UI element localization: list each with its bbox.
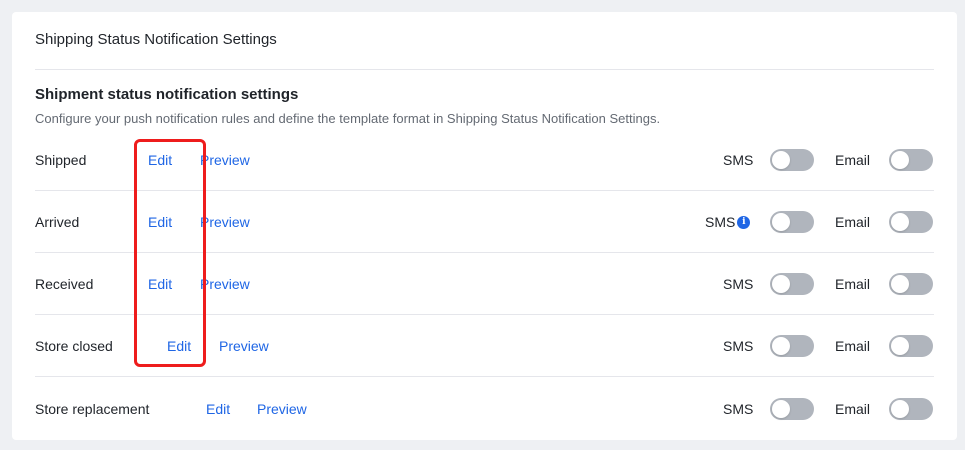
sms-label: SMS i [705, 214, 751, 230]
edit-link[interactable]: Edit [148, 276, 172, 292]
toggle-knob [891, 337, 909, 355]
preview-link[interactable]: Preview [200, 152, 250, 168]
sms-label-text: SMS [705, 214, 736, 230]
sms-toggle[interactable] [770, 335, 814, 357]
sms-label: SMS [723, 401, 753, 417]
sms-label-text: SMS [723, 338, 754, 354]
row-name: Arrived [35, 214, 80, 230]
toggle-knob [891, 213, 909, 231]
row-name: Shipped [35, 152, 87, 168]
section-title: Shipment status notification settings [35, 86, 299, 103]
email-label: Email [835, 214, 870, 230]
toggle-knob [772, 213, 790, 231]
sms-toggle[interactable] [770, 398, 814, 420]
edit-link[interactable]: Edit [148, 152, 172, 168]
sms-toggle[interactable] [770, 149, 814, 171]
email-label: Email [835, 401, 870, 417]
toggle-knob [772, 275, 790, 293]
sms-label: SMS [723, 152, 753, 168]
email-label: Email [835, 152, 870, 168]
email-label-text: Email [835, 214, 871, 230]
toggle-knob [891, 400, 909, 418]
edit-link[interactable]: Edit [206, 401, 230, 417]
notification-row-store-closed: Store closed Edit Preview SMS Email [35, 315, 934, 377]
email-label: Email [835, 276, 870, 292]
toggle-knob [772, 337, 790, 355]
divider [35, 69, 934, 70]
notification-row-received: Received Edit Preview SMS Email [35, 253, 934, 315]
preview-link[interactable]: Preview [200, 214, 250, 230]
toggle-knob [891, 151, 909, 169]
preview-link[interactable]: Preview [200, 276, 250, 292]
info-icon[interactable]: i [737, 215, 751, 229]
edit-link[interactable]: Edit [167, 338, 191, 354]
preview-link[interactable]: Preview [219, 338, 269, 354]
email-toggle[interactable] [889, 149, 933, 171]
sms-label: SMS [723, 276, 753, 292]
sms-label-text: SMS [723, 276, 754, 292]
row-name: Received [35, 276, 94, 292]
email-toggle[interactable] [889, 398, 933, 420]
notification-row-arrived: Arrived Edit Preview SMS i Email [35, 191, 934, 253]
toggle-knob [772, 400, 790, 418]
email-label-text: Email [835, 401, 871, 417]
notification-row-store-replacement: Store replacement Edit Preview SMS Email [35, 378, 934, 440]
email-label-text: Email [835, 338, 871, 354]
settings-card: Shipping Status Notification Settings Sh… [12, 12, 957, 440]
row-name: Store closed [35, 338, 113, 354]
edit-link[interactable]: Edit [148, 214, 172, 230]
toggle-knob [891, 275, 909, 293]
email-label: Email [835, 338, 870, 354]
email-label-text: Email [835, 152, 871, 168]
email-toggle[interactable] [889, 273, 933, 295]
card-title: Shipping Status Notification Settings [35, 31, 277, 48]
sms-toggle[interactable] [770, 273, 814, 295]
email-toggle[interactable] [889, 211, 933, 233]
email-label-text: Email [835, 276, 871, 292]
sms-label: SMS [723, 338, 753, 354]
email-toggle[interactable] [889, 335, 933, 357]
row-name: Store replacement [35, 401, 150, 417]
sms-label-text: SMS [723, 401, 754, 417]
row-divider [35, 376, 934, 377]
sms-label-text: SMS [723, 152, 754, 168]
toggle-knob [772, 151, 790, 169]
notification-row-shipped: Shipped Edit Preview SMS Email [35, 129, 934, 191]
sms-toggle[interactable] [770, 211, 814, 233]
preview-link[interactable]: Preview [257, 401, 307, 417]
section-description: Configure your push notification rules a… [35, 111, 661, 126]
